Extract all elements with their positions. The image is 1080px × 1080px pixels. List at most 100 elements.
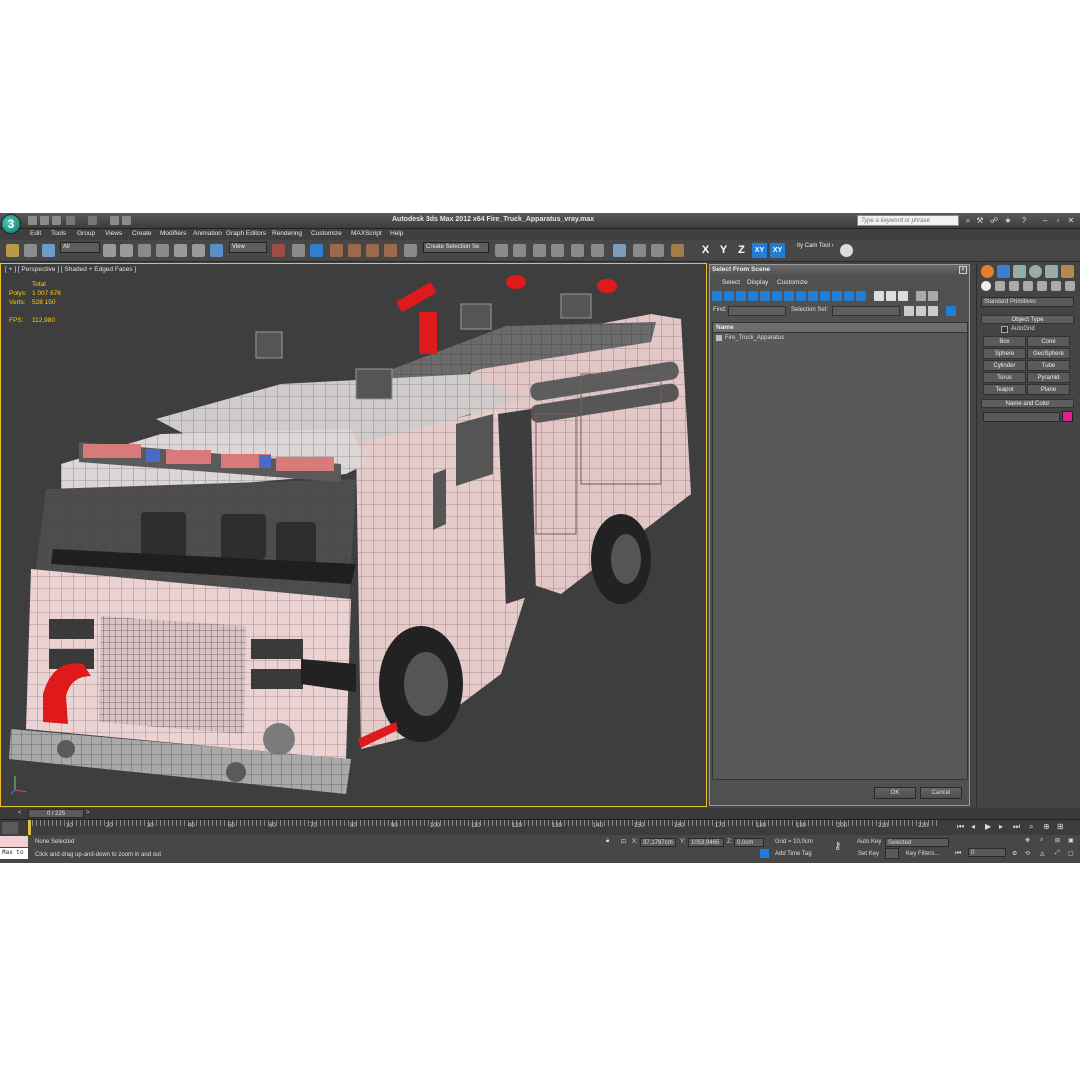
absolute-mode-icon[interactable]: ⊡ <box>621 838 626 845</box>
select-and-link-icon[interactable] <box>6 244 19 257</box>
viewport-label[interactable]: [ + ] [ Perspective ] [ Shaded + Edged F… <box>5 266 136 273</box>
find-input[interactable] <box>728 306 786 316</box>
tube-button[interactable]: Tube <box>1027 360 1070 371</box>
scale-icon[interactable] <box>210 244 223 257</box>
select-all-icon[interactable] <box>898 291 908 301</box>
track-bar[interactable]: 10 20 30 40 50 60 70 80 90 100 110 120 1… <box>0 819 1080 835</box>
object-color-swatch[interactable] <box>1062 411 1073 422</box>
go-to-end-icon[interactable]: ⏭ <box>1013 822 1020 832</box>
favorites-icon[interactable]: ★ <box>1004 216 1012 225</box>
selection-lock-icon[interactable]: 🔒︎ <box>606 838 609 845</box>
undo-icon[interactable] <box>66 216 75 225</box>
cylinder-button[interactable]: Cylinder <box>983 360 1026 371</box>
autogrid-checkbox[interactable] <box>1001 326 1008 333</box>
angle-snap-icon[interactable] <box>348 244 361 257</box>
mirror-icon[interactable] <box>495 244 508 257</box>
search-input[interactable]: Type a keyword or phrase <box>857 215 959 226</box>
bind-space-warp-icon[interactable] <box>42 244 55 257</box>
display-xrefs-icon[interactable] <box>796 291 806 301</box>
reference-coordinate-dropdown[interactable]: View <box>229 242 267 253</box>
quick-access-dropdown-icon[interactable] <box>122 216 131 225</box>
teapot-button[interactable]: Teapot <box>983 384 1026 395</box>
utility-label[interactable]: ity Cam Tool ‹ <box>795 242 835 253</box>
cancel-button[interactable]: Cancel <box>920 787 962 799</box>
menu-help[interactable]: Help <box>390 230 403 237</box>
display-helpers-icon[interactable] <box>760 291 770 301</box>
utilities-tab-icon[interactable] <box>1061 265 1074 278</box>
graphite-ribbon-icon[interactable] <box>551 244 564 257</box>
add-time-tag-icon[interactable] <box>760 849 769 858</box>
material-editor-icon[interactable] <box>613 244 626 257</box>
selection-set-add-icon[interactable] <box>916 306 926 316</box>
modify-tab-icon[interactable] <box>997 265 1010 278</box>
maxscript-input[interactable]: Max to <box>0 848 28 859</box>
menu-create[interactable]: Create <box>132 230 152 237</box>
sphere-button[interactable]: Sphere <box>983 348 1026 359</box>
next-frame-icon[interactable]: ▸ <box>999 822 1003 831</box>
funnel-icon[interactable] <box>928 291 938 301</box>
cameras-category-icon[interactable] <box>1023 281 1033 291</box>
torus-button[interactable]: Torus <box>983 372 1026 383</box>
camera-tool-icon[interactable] <box>840 244 853 257</box>
name-and-color-rollout[interactable]: Name and Color <box>981 399 1074 408</box>
display-tab-icon[interactable] <box>1045 265 1058 278</box>
keyboard-shortcut-override-icon[interactable] <box>310 244 323 257</box>
scene-object-list[interactable]: Name Fire_Truck_Apparatus <box>712 322 968 780</box>
field-of-view-icon[interactable]: ◬ <box>1040 850 1045 857</box>
filter-pen-icon[interactable] <box>885 848 899 859</box>
close-icon[interactable]: ✕ <box>1066 215 1076 226</box>
orbit-icon[interactable]: ⟲ <box>1025 850 1030 857</box>
shapes-category-icon[interactable] <box>995 281 1005 291</box>
help-icon[interactable]: ? <box>1020 216 1028 225</box>
search-icon[interactable]: ⌕ <box>964 216 972 225</box>
curve-editor-icon[interactable] <box>571 244 584 257</box>
unlink-icon[interactable] <box>24 244 37 257</box>
create-tab-icon[interactable] <box>981 265 994 278</box>
key-icon[interactable]: ⚷ <box>834 841 841 852</box>
auto-key-button[interactable]: Auto Key <box>857 839 881 845</box>
pyramid-button[interactable]: Pyramid <box>1027 372 1070 383</box>
menu-tools[interactable]: Tools <box>51 230 66 237</box>
maximize-viewport-icon[interactable]: ▣ <box>1068 837 1074 844</box>
communication-center-icon[interactable]: ☍ <box>990 216 998 225</box>
project-folder-icon[interactable] <box>110 216 119 225</box>
key-mode-toggle-icon[interactable]: ⏮ <box>955 850 961 858</box>
dialog-menu-display[interactable]: Display <box>747 279 768 286</box>
axis-xy-alt-button[interactable]: XY <box>770 243 785 258</box>
window-crossing-icon[interactable] <box>156 244 169 257</box>
menu-modifiers[interactable]: Modifiers <box>160 230 186 237</box>
fire-truck-model[interactable] <box>1 264 707 807</box>
axis-z-button[interactable]: Z <box>734 243 749 258</box>
rendered-frame-window-icon[interactable] <box>651 244 664 257</box>
axis-xy-button[interactable]: XY <box>752 243 767 258</box>
min-max-toggle-icon[interactable]: ▢ <box>1068 850 1074 857</box>
menu-animation[interactable]: Animation <box>193 230 222 237</box>
display-geometry-icon[interactable] <box>712 291 722 301</box>
key-filters-button[interactable]: Key Filters... <box>906 851 939 857</box>
motion-tab-icon[interactable] <box>1029 265 1042 278</box>
key-mode-dropdown[interactable]: Selected <box>885 838 949 847</box>
time-slider-next-icon[interactable]: > <box>86 810 90 816</box>
display-cameras-icon[interactable] <box>748 291 758 301</box>
z-coord-field[interactable]: 0,0cm <box>734 838 764 847</box>
list-item[interactable]: Fire_Truck_Apparatus <box>713 333 967 343</box>
pivot-center-icon[interactable] <box>272 244 285 257</box>
move-icon[interactable] <box>174 244 187 257</box>
app-logo[interactable]: 3 <box>1 214 21 234</box>
edit-named-selection-icon[interactable] <box>404 244 417 257</box>
systems-category-icon[interactable] <box>1065 281 1075 291</box>
schematic-view-icon[interactable] <box>591 244 604 257</box>
space-warps-category-icon[interactable] <box>1051 281 1061 291</box>
selection-set-dropdown[interactable] <box>832 306 900 316</box>
align-icon[interactable] <box>513 244 526 257</box>
display-frozen-icon[interactable] <box>832 291 842 301</box>
filter-icon[interactable] <box>916 291 926 301</box>
display-containers-icon[interactable] <box>820 291 830 301</box>
ok-button[interactable]: OK <box>874 787 916 799</box>
dialog-close-icon[interactable]: × <box>959 266 967 274</box>
menu-graph-editors[interactable]: Graph Editors <box>226 230 266 237</box>
display-bones-icon[interactable] <box>808 291 818 301</box>
add-time-tag[interactable]: Add Time Tag <box>775 851 812 857</box>
display-lights-icon[interactable] <box>736 291 746 301</box>
display-groups-icon[interactable] <box>784 291 794 301</box>
